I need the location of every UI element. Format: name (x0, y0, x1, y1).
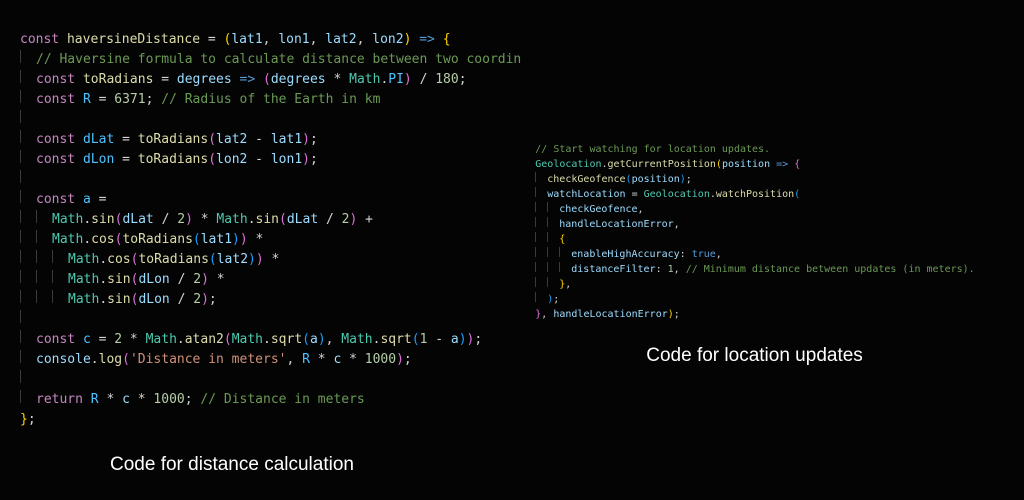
right-caption: Code for location updates (521, 322, 1024, 367)
left-column: const haversineDistance = (lat1, lon1, l… (0, 30, 521, 500)
left-code-block: const haversineDistance = (lat1, lon1, l… (0, 30, 521, 430)
right-column: // Start watching for location updates.G… (521, 30, 1024, 500)
right-code-block: // Start watching for location updates.G… (521, 30, 1024, 322)
left-caption: Code for distance calculation (0, 430, 521, 476)
right-code: // Start watching for location updates.G… (535, 142, 1024, 322)
page-root: const haversineDistance = (lat1, lon1, l… (0, 0, 1024, 500)
left-code: const haversineDistance = (lat1, lon1, l… (20, 30, 521, 430)
